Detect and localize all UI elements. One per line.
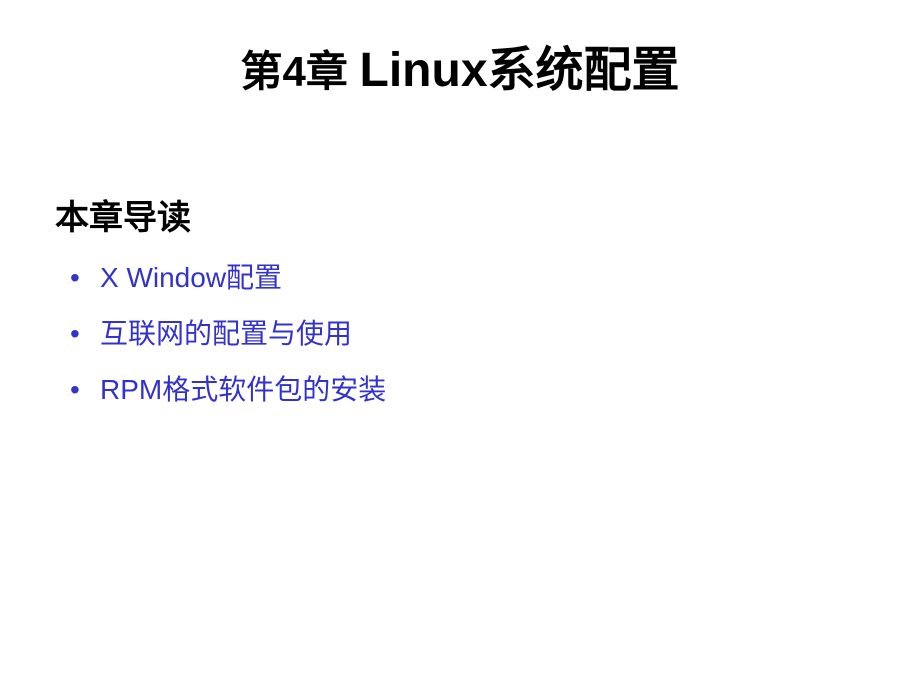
slide-title: 第4章 Linux系统配置 xyxy=(55,30,865,100)
list-item: RPM格式软件包的安装 xyxy=(70,369,865,411)
title-prefix: 第4章 xyxy=(240,48,359,95)
section-heading: 本章导读 xyxy=(55,190,865,239)
list-item: X Window配置 xyxy=(70,257,865,299)
title-main: Linux系统配置 xyxy=(360,44,680,97)
list-item: 互联网的配置与使用 xyxy=(70,313,865,355)
bullet-list: X Window配置 互联网的配置与使用 RPM格式软件包的安装 xyxy=(55,257,865,411)
slide-container: 第4章 Linux系统配置 本章导读 X Window配置 互联网的配置与使用 … xyxy=(0,0,920,690)
